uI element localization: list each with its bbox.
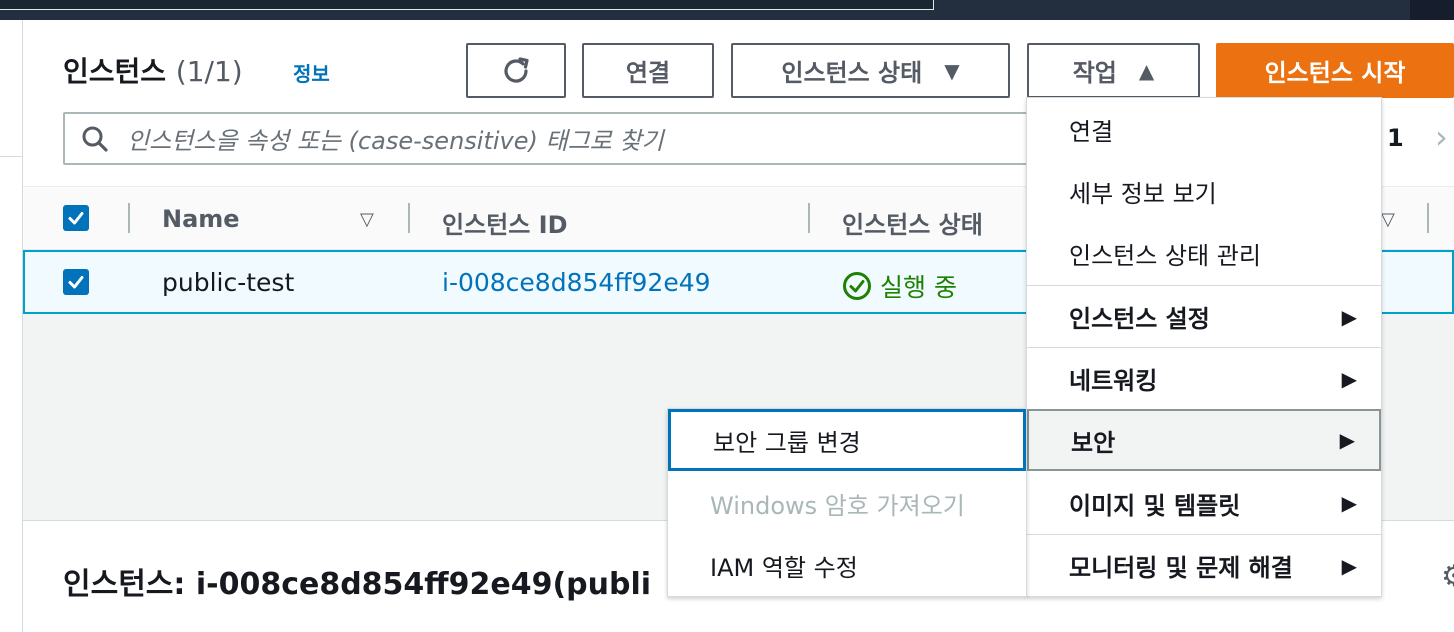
- cell-instance-id[interactable]: i-008ce8d854ff92e49: [442, 268, 711, 297]
- instance-state-label: 인스턴스 상태: [781, 59, 923, 87]
- caret-right-icon: ▶: [1339, 428, 1355, 452]
- cell-instance-state: 실행 중: [842, 268, 957, 304]
- menu-item-manage-state[interactable]: 인스턴스 상태 관리: [1027, 222, 1381, 284]
- menu-item-label: 네트워킹: [1069, 367, 1158, 395]
- menu-item-label: 인스턴스 설정: [1069, 305, 1210, 333]
- submenu-item-change-security-groups[interactable]: 보안 그룹 변경: [668, 409, 1026, 471]
- menu-item-instance-settings[interactable]: 인스턴스 설정 ▶: [1027, 285, 1381, 347]
- top-navigation-bar: [0, 0, 1454, 20]
- menu-item-label: 연결: [1069, 117, 1114, 146]
- column-divider: [128, 203, 130, 233]
- side-navigation-collapsed: [0, 20, 23, 632]
- search-placeholder: 인스턴스을 속성 또는 (case-sensitive) 태그로 찾기: [127, 127, 664, 155]
- cell-name: public-test: [162, 268, 295, 297]
- caret-right-icon: ▶: [1341, 553, 1357, 578]
- submenu-item-modify-iam-role[interactable]: IAM 역할 수정: [668, 534, 1026, 596]
- menu-item-view-details[interactable]: 세부 정보 보기: [1027, 160, 1381, 222]
- column-divider[interactable]: [808, 203, 810, 233]
- menu-item-label: 모니터링 및 문제 해결: [1069, 554, 1293, 582]
- instance-state-button[interactable]: 인스턴스 상태 ▼: [731, 43, 1010, 98]
- select-all-checkbox[interactable]: [63, 205, 89, 231]
- caret-right-icon: ▶: [1341, 491, 1357, 515]
- menu-item-connect[interactable]: 연결: [1027, 98, 1381, 160]
- column-header-name[interactable]: Name: [162, 205, 240, 233]
- ec2-console: 인스턴스 (1/1) 정보 연결 인스턴스 상태 ▼ 작업 ▲ 인스턴스 시작 …: [0, 0, 1454, 632]
- search-icon: [82, 126, 108, 152]
- actions-button[interactable]: 작업 ▲: [1027, 43, 1200, 98]
- checkmark-icon: [68, 276, 84, 289]
- submenu-item-label: Windows 암호 가져오기: [710, 491, 965, 520]
- menu-item-images-templates[interactable]: 이미지 및 템플릿 ▶: [1027, 472, 1381, 534]
- submenu-item-label: 보안 그룹 변경: [713, 428, 861, 457]
- checkmark-icon: [68, 212, 84, 225]
- column-divider[interactable]: [1427, 203, 1429, 233]
- refresh-button[interactable]: [466, 43, 566, 98]
- launch-instance-button[interactable]: 인스턴스 시작: [1216, 43, 1454, 98]
- actions-dropdown-menu: 연결 세부 정보 보기 인스턴스 상태 관리 인스턴스 설정 ▶ 네트워킹 ▶ …: [1026, 97, 1382, 597]
- column-header-instance-state[interactable]: 인스턴스 상태: [842, 205, 983, 240]
- chevron-right-icon[interactable]: ›: [1435, 118, 1448, 156]
- caret-down-icon: ▼: [944, 58, 960, 83]
- menu-item-label: 이미지 및 템플릿: [1069, 491, 1241, 520]
- instance-count: (1/1): [175, 55, 243, 88]
- page-title-text: 인스턴스: [63, 55, 167, 88]
- detail-title: 인스턴스: i-008ce8d854ff92e49(publi: [63, 567, 652, 602]
- menu-item-networking[interactable]: 네트워킹 ▶: [1027, 347, 1381, 409]
- menu-item-label: 세부 정보 보기: [1069, 179, 1217, 208]
- column-header-instance-id[interactable]: 인스턴스 ID: [442, 205, 568, 240]
- current-page-number[interactable]: 1: [1387, 124, 1404, 152]
- submenu-item-label: IAM 역할 수정: [710, 553, 858, 582]
- top-search-field[interactable]: [0, 0, 934, 10]
- status-text: 실행 중: [880, 273, 957, 302]
- actions-label: 작업: [1072, 59, 1117, 87]
- security-submenu: 보안 그룹 변경 Windows 암호 가져오기 IAM 역할 수정: [667, 408, 1027, 597]
- row-checkbox[interactable]: [63, 269, 89, 295]
- page-title: 인스턴스 (1/1): [63, 50, 243, 90]
- sort-icon[interactable]: ▽: [1381, 209, 1395, 230]
- caret-right-icon: ▶: [1341, 304, 1357, 329]
- caret-up-icon: ▲: [1138, 58, 1155, 83]
- column-divider[interactable]: [408, 203, 410, 233]
- search-input[interactable]: 인스턴스을 속성 또는 (case-sensitive) 태그로 찾기: [63, 112, 1073, 165]
- submenu-item-get-windows-password: Windows 암호 가져오기: [668, 472, 1026, 534]
- menu-item-label: 보안: [1071, 428, 1116, 457]
- menu-item-monitor-troubleshoot[interactable]: 모니터링 및 문제 해결 ▶: [1027, 534, 1381, 596]
- refresh-icon: [504, 56, 529, 83]
- sort-icon[interactable]: ▽: [360, 209, 374, 230]
- check-circle-icon: [843, 272, 871, 300]
- connect-button[interactable]: 연결: [582, 43, 714, 98]
- menu-item-label: 인스턴스 상태 관리: [1069, 241, 1261, 270]
- gear-icon[interactable]: ⚙: [1441, 559, 1454, 594]
- info-link[interactable]: 정보: [293, 58, 330, 87]
- top-bar-right: [1410, 0, 1454, 20]
- menu-item-security[interactable]: 보안 ▶: [1027, 409, 1381, 471]
- side-divider: [0, 156, 23, 157]
- caret-right-icon: ▶: [1341, 366, 1357, 391]
